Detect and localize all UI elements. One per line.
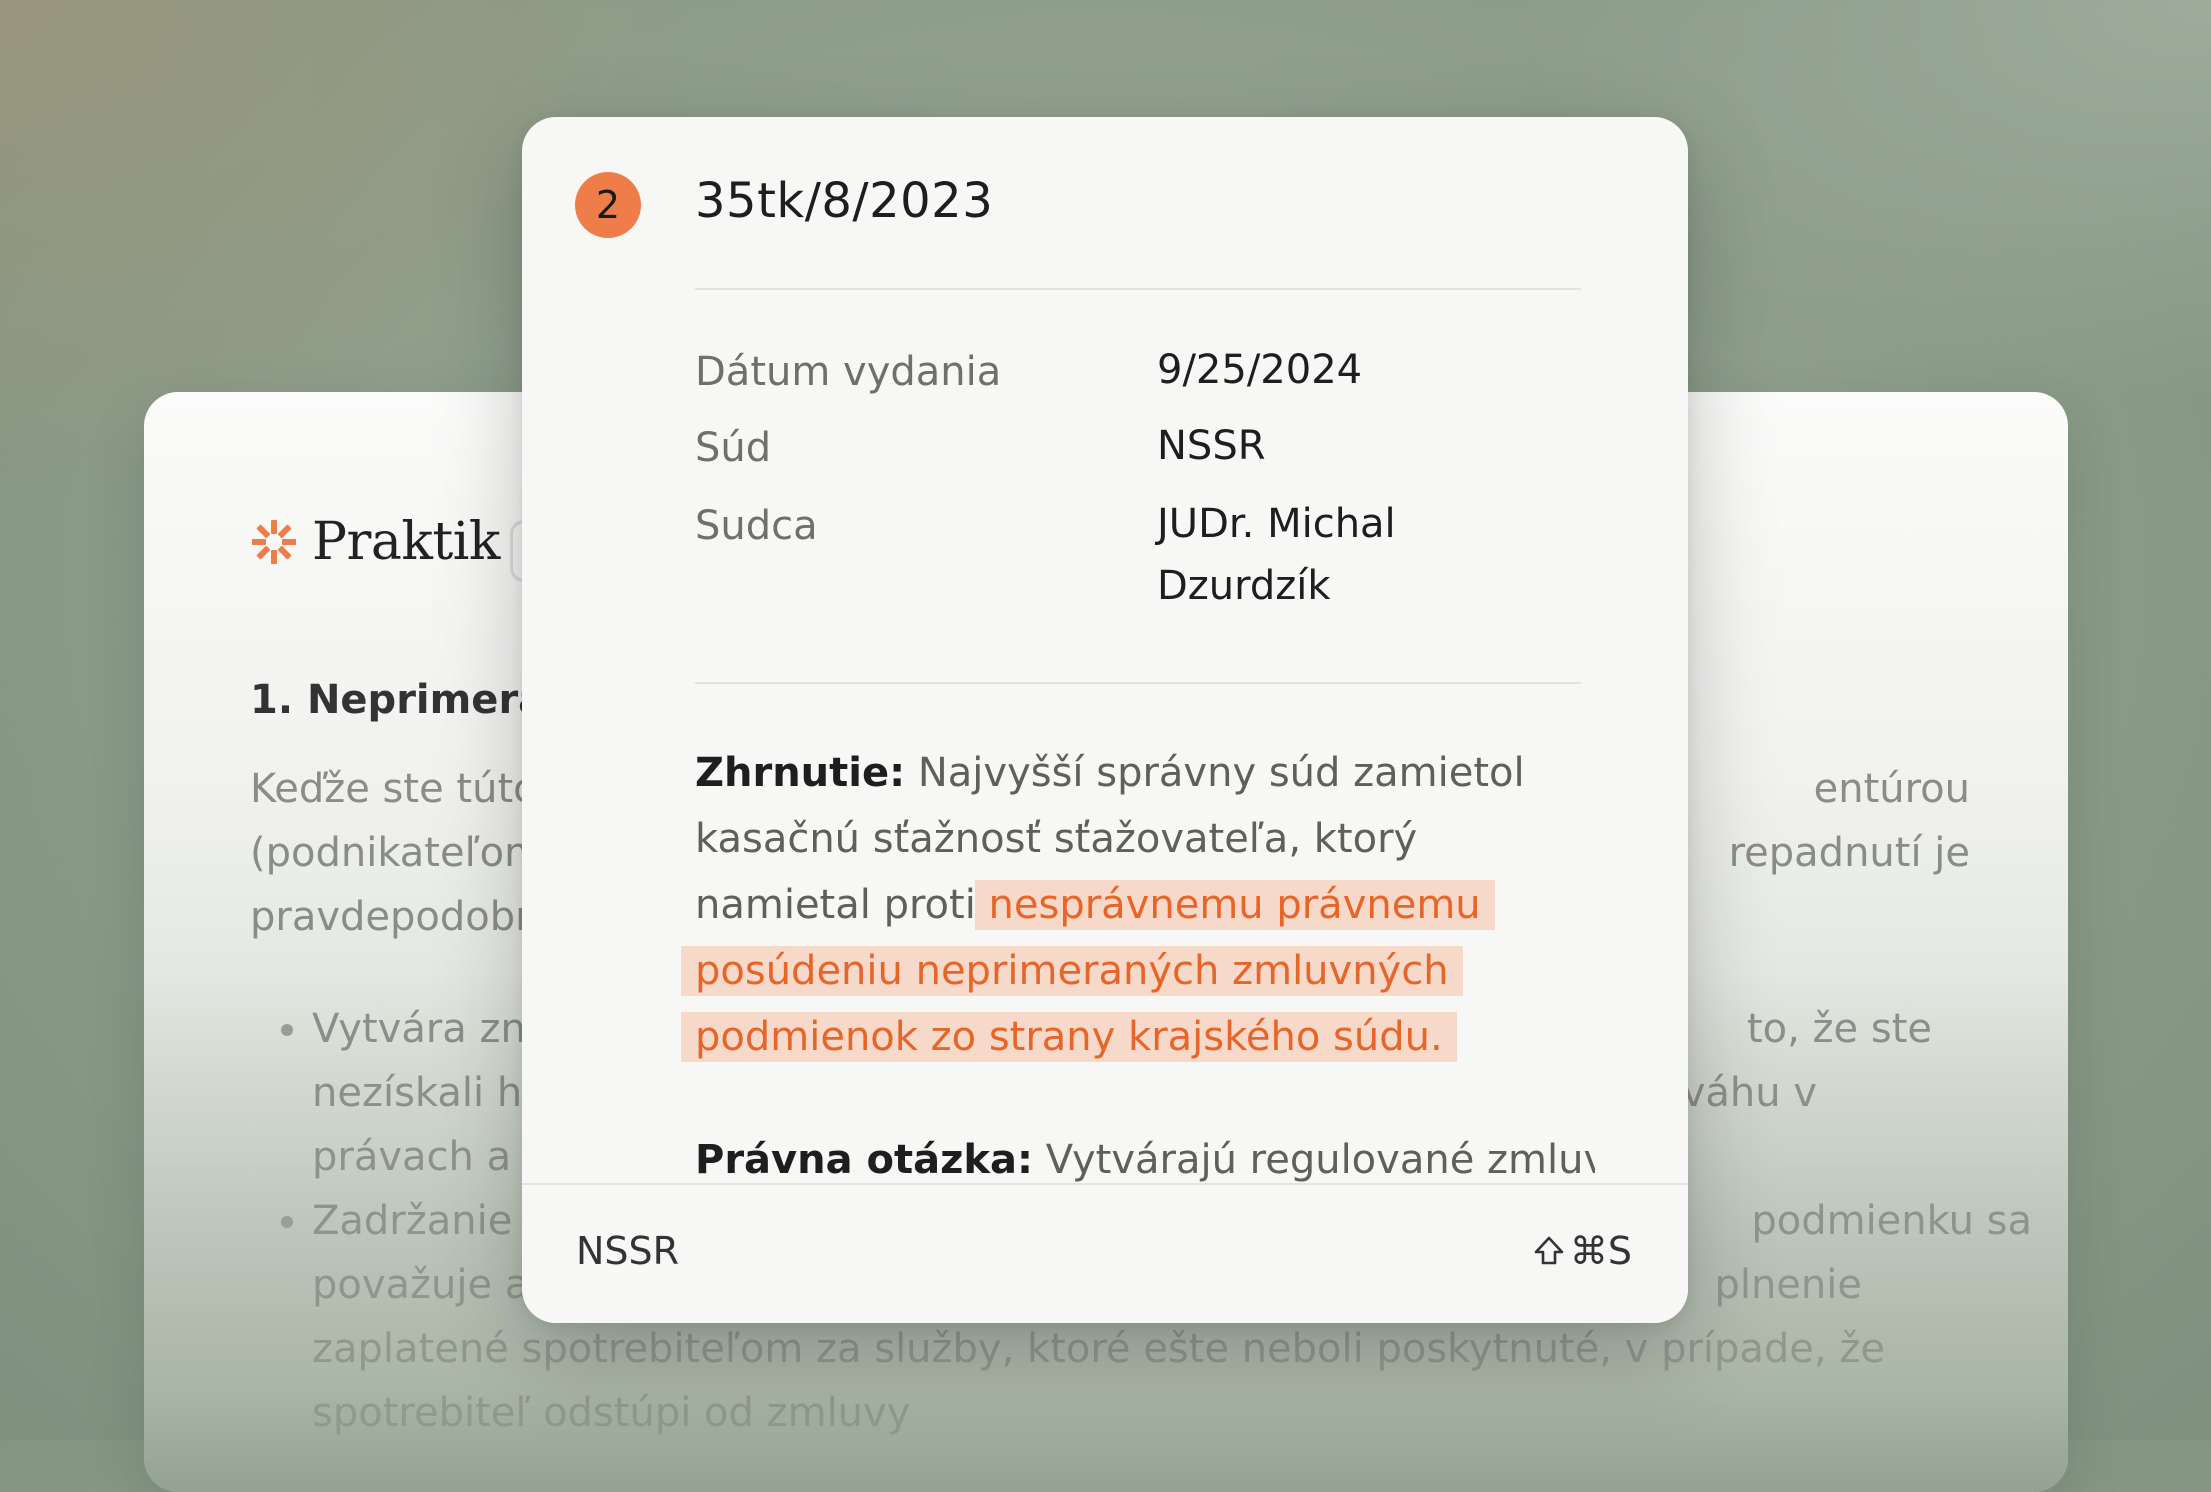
- bullet1-line3-start: právach a p: [312, 1134, 550, 1180]
- case-summary: Zhrnutie: Najvyšší správny súd zamietol …: [681, 740, 1595, 1070]
- praktik-logo-icon: [252, 520, 296, 564]
- citation-badge: 2: [575, 172, 641, 238]
- paragraph-line2-end: repadnutí je: [1728, 830, 1970, 876]
- divider-top: [695, 288, 1581, 290]
- bullet2-line1-end: podmienku sa: [1751, 1198, 2032, 1244]
- bullet1-line1-start: Vytvára zna: [312, 1006, 551, 1052]
- case-number: 35tk/8/2023: [695, 173, 994, 229]
- bullet1-line2-start: nezískali hy: [312, 1070, 546, 1116]
- date-value: 9/25/2024: [1157, 347, 1363, 393]
- bullet2-line4: spotrebiteľ odstúpi od zmluvy: [312, 1390, 911, 1436]
- judge-label: Sudca: [695, 503, 818, 549]
- shift-key-icon: [1534, 1236, 1564, 1265]
- bullet2-line3: zaplatené spotrebiteľom za služby, ktoré…: [312, 1326, 1885, 1372]
- paragraph-line1-end: entúrou: [1813, 766, 1970, 812]
- paragraph-line3-start: pravdepodobn: [250, 894, 541, 940]
- question-label: Právna otázka:: [695, 1137, 1033, 1183]
- paragraph-line1-start: Keďže ste túto: [250, 766, 538, 812]
- bullet2-line2-start: považuje aj: [312, 1262, 541, 1308]
- source-label: NSSR: [576, 1229, 680, 1273]
- question-text: Vytvárajú regulované zmluvy: [1045, 1137, 1595, 1183]
- judge-value: JUDr. Michal Dzurdzík: [1157, 501, 1396, 609]
- bullet2-line2-end: plnenie: [1714, 1262, 1862, 1308]
- court-value: NSSR: [1157, 423, 1266, 469]
- popup-footer: NSSR ⌘S: [522, 1183, 1688, 1323]
- divider-middle: [695, 682, 1581, 684]
- brand-name: Praktik: [312, 512, 500, 572]
- court-label: Súd: [695, 425, 772, 471]
- save-shortcut[interactable]: ⌘S: [1532, 1229, 1632, 1273]
- shortcut-keys: ⌘S: [1569, 1229, 1632, 1273]
- brand: Praktik: [250, 512, 500, 572]
- bullet1-line2-end: váhu v: [1681, 1070, 1817, 1116]
- bullet1-line1-end: to, že ste: [1746, 1006, 1932, 1052]
- summary-label: Zhrnutie:: [695, 750, 906, 796]
- paragraph-line2-start: (podnikateľom: [250, 830, 544, 876]
- bullet2-line1-start: Zadržanie p: [312, 1198, 551, 1244]
- date-label: Dátum vydania: [695, 349, 1002, 395]
- case-popup: 2 35tk/8/2023 Dátum vydania 9/25/2024 Sú…: [522, 117, 1688, 1323]
